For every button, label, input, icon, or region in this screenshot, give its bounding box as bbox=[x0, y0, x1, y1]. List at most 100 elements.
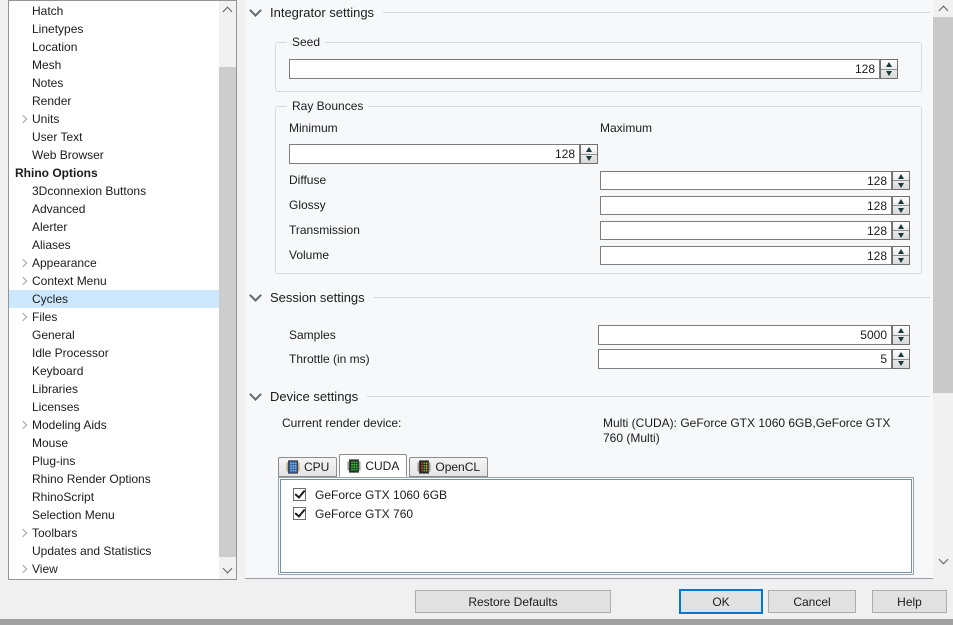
spinner-up-button[interactable] bbox=[893, 247, 909, 255]
check-mark-icon bbox=[293, 506, 306, 518]
panel-scrollbar[interactable] bbox=[933, 0, 953, 570]
minimum-input[interactable]: 128 bbox=[289, 144, 580, 164]
tree-item-modeling-aids[interactable]: Modeling Aids bbox=[9, 416, 219, 434]
samples-input[interactable]: 5000 bbox=[598, 325, 892, 345]
tree-item-web-browser[interactable]: Web Browser bbox=[9, 146, 219, 164]
sidebar-scrollbar[interactable] bbox=[219, 1, 236, 579]
spinner-up-button[interactable] bbox=[893, 350, 909, 359]
tree-item-context-menu[interactable]: Context Menu bbox=[9, 272, 219, 290]
tree-item-notes[interactable]: Notes bbox=[9, 74, 219, 92]
tree-item-rhino-render-options[interactable]: Rhino Render Options bbox=[9, 470, 219, 488]
seed-group-legend: Seed bbox=[287, 35, 326, 50]
tree-item-label: Toolbars bbox=[32, 526, 78, 540]
tree-item-rhino-options[interactable]: Rhino Options bbox=[9, 164, 219, 182]
session-section-header[interactable]: Session settings bbox=[249, 288, 930, 306]
tree-item-units[interactable]: Units bbox=[9, 110, 219, 128]
tree-item-location[interactable]: Location bbox=[9, 38, 219, 56]
seed-input[interactable]: 128 bbox=[289, 59, 880, 79]
cancel-button[interactable]: Cancel bbox=[768, 590, 856, 613]
tree-item-mouse[interactable]: Mouse bbox=[9, 434, 219, 452]
spinner-down-button[interactable] bbox=[893, 230, 909, 239]
tree-item-libraries[interactable]: Libraries bbox=[9, 380, 219, 398]
glossy-input[interactable]: 128 bbox=[600, 196, 892, 215]
checkbox-checked-icon[interactable] bbox=[293, 487, 306, 501]
scroll-up-button[interactable] bbox=[219, 1, 236, 18]
tree-item-view[interactable]: View bbox=[9, 560, 219, 578]
tree-item-label: Selection Menu bbox=[32, 508, 115, 522]
tree-item-rhinoscript[interactable]: RhinoScript bbox=[9, 488, 219, 506]
spinner-down-button[interactable] bbox=[893, 205, 909, 214]
checkbox-checked-icon[interactable] bbox=[293, 506, 306, 520]
device-tabs: CPU CUDA OpenCL bbox=[278, 454, 490, 477]
scroll-down-button[interactable] bbox=[933, 553, 953, 570]
chevron-right-icon[interactable] bbox=[18, 528, 28, 538]
triangle-down-icon bbox=[586, 156, 592, 162]
tree-item-3dconnexion-buttons[interactable]: 3Dconnexion Buttons bbox=[9, 182, 219, 200]
tree-item-keyboard[interactable]: Keyboard bbox=[9, 362, 219, 380]
triangle-up-icon bbox=[898, 223, 904, 229]
spinner-up-button[interactable] bbox=[893, 326, 909, 335]
integrator-section-header[interactable]: Integrator settings bbox=[249, 3, 930, 21]
spinner-up-button[interactable] bbox=[881, 60, 897, 69]
tree-item-label: Files bbox=[32, 310, 58, 324]
volume-input[interactable]: 128 bbox=[600, 246, 892, 265]
spinner-down-button[interactable] bbox=[581, 153, 597, 164]
transmission-input[interactable]: 128 bbox=[600, 221, 892, 240]
tree-item-appearance[interactable]: Appearance bbox=[9, 254, 219, 272]
chevron-right-icon[interactable] bbox=[18, 312, 28, 322]
tree-item-selection-menu[interactable]: Selection Menu bbox=[9, 506, 219, 524]
tree-item-render[interactable]: Render bbox=[9, 92, 219, 110]
triangle-down-icon bbox=[886, 71, 892, 77]
spinner-down-button[interactable] bbox=[893, 358, 909, 369]
spinner-down-button[interactable] bbox=[881, 68, 897, 79]
chevron-right-icon[interactable] bbox=[18, 276, 28, 286]
device-section-header[interactable]: Device settings bbox=[249, 387, 930, 405]
tree-item-linetypes[interactable]: Linetypes bbox=[9, 20, 219, 38]
throttle-in-ms-label: Throttle (in ms) bbox=[289, 352, 370, 366]
tree-item-cycles[interactable]: Cycles bbox=[9, 290, 219, 308]
scroll-down-button[interactable] bbox=[219, 562, 236, 579]
chevron-right-icon[interactable] bbox=[18, 258, 28, 268]
tree-item-label: User Text bbox=[32, 130, 83, 144]
sidebar-scrollbar-thumb[interactable] bbox=[219, 67, 236, 557]
tree-item-advanced[interactable]: Advanced bbox=[9, 200, 219, 218]
tree-item-user-text[interactable]: User Text bbox=[9, 128, 219, 146]
tree-item-files[interactable]: Files bbox=[9, 308, 219, 326]
tree-item-general[interactable]: General bbox=[9, 326, 219, 344]
diffuse-input[interactable]: 128 bbox=[600, 171, 892, 190]
diffuse-field: 128 bbox=[600, 171, 910, 190]
chevron-right-icon[interactable] bbox=[18, 420, 28, 430]
tree-item-updates-and-statistics[interactable]: Updates and Statistics bbox=[9, 542, 219, 560]
tree-item-toolbars[interactable]: Toolbars bbox=[9, 524, 219, 542]
tree-item-licenses[interactable]: Licenses bbox=[9, 398, 219, 416]
spinner-down-button[interactable] bbox=[893, 255, 909, 264]
triangle-down-icon bbox=[898, 232, 904, 238]
tab-opencl[interactable]: OpenCL bbox=[409, 457, 489, 477]
spinner-up-button[interactable] bbox=[893, 197, 909, 205]
throttle-in-ms-input[interactable]: 5 bbox=[598, 349, 892, 369]
spinner-down-button[interactable] bbox=[893, 180, 909, 189]
tab-cuda[interactable]: CUDA bbox=[339, 454, 408, 477]
tree-item-plug-ins[interactable]: Plug-ins bbox=[9, 452, 219, 470]
tab-cpu[interactable]: CPU bbox=[278, 457, 338, 477]
spinner-up-button[interactable] bbox=[893, 172, 909, 180]
panel-scrollbar-thumb[interactable] bbox=[933, 17, 953, 393]
tree-item-mesh[interactable]: Mesh bbox=[9, 56, 219, 74]
spinner-up-button[interactable] bbox=[581, 145, 597, 154]
ok-button[interactable]: OK bbox=[679, 589, 763, 614]
tree-item-alerter[interactable]: Alerter bbox=[9, 218, 219, 236]
cycles-settings-panel: Integrator settings Seed 128 Ray Bounces… bbox=[245, 0, 933, 579]
tree-item-aliases[interactable]: Aliases bbox=[9, 236, 219, 254]
tree-item-label: Hatch bbox=[32, 4, 64, 18]
restore-defaults-button[interactable]: Restore Defaults bbox=[415, 590, 611, 613]
spinner-down-button[interactable] bbox=[893, 334, 909, 345]
device-row-geforce-gtx-760[interactable]: GeForce GTX 760 bbox=[281, 504, 911, 523]
tree-item-idle-processor[interactable]: Idle Processor bbox=[9, 344, 219, 362]
tree-item-hatch[interactable]: Hatch bbox=[9, 2, 219, 20]
help-button[interactable]: Help bbox=[872, 590, 947, 613]
scroll-up-button[interactable] bbox=[933, 0, 953, 17]
chevron-right-icon[interactable] bbox=[18, 114, 28, 124]
spinner-up-button[interactable] bbox=[893, 222, 909, 230]
chevron-right-icon[interactable] bbox=[18, 564, 28, 574]
device-row-geforce-gtx-1060-6gb[interactable]: GeForce GTX 1060 6GB bbox=[281, 485, 911, 504]
